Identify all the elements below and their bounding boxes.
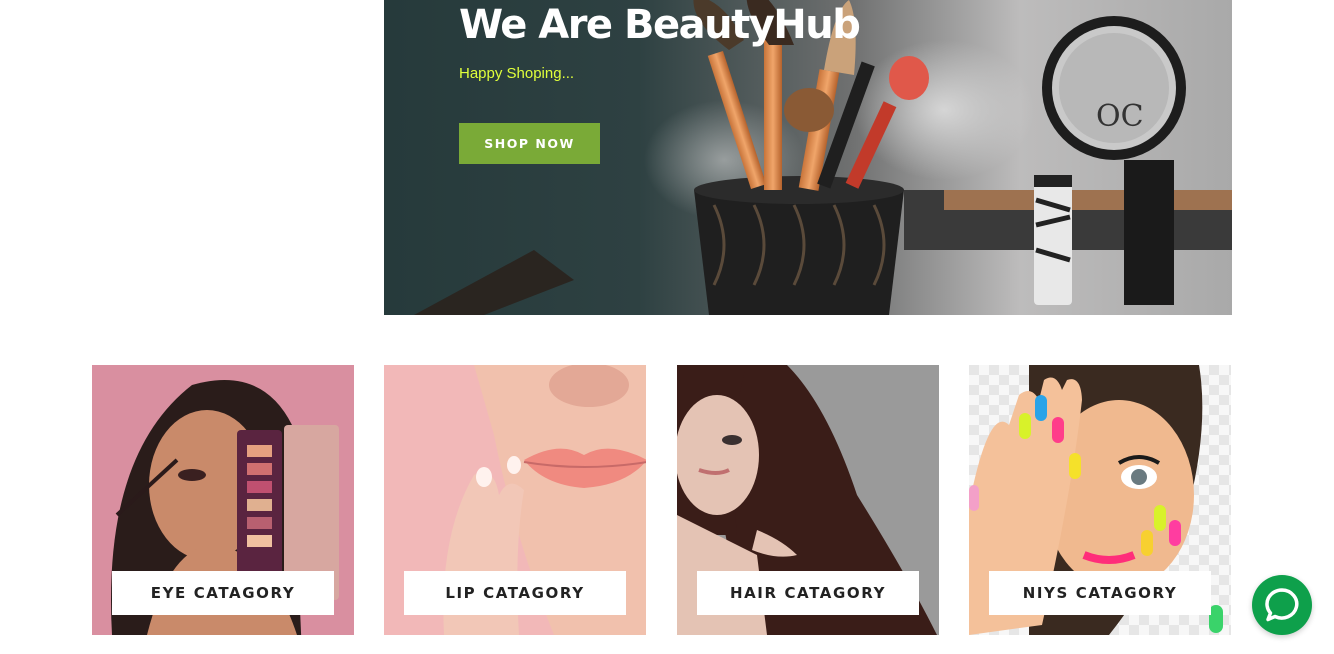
page: OC We Are BeautyHub Happy Shoping... SHO… <box>0 0 1334 654</box>
nails-category-label: NIYS CATAGORY <box>989 571 1211 615</box>
chat-widget-button[interactable] <box>1252 575 1312 635</box>
svg-text:OC: OC <box>1096 99 1144 134</box>
category-card-eye[interactable]: EYE CATAGORY <box>92 365 354 635</box>
shop-now-button[interactable]: SHOP NOW <box>459 123 600 164</box>
eye-category-label: EYE CATAGORY <box>112 571 334 615</box>
category-card-nails[interactable]: NIYS CATAGORY <box>969 365 1231 635</box>
hair-category-label: HAIR CATAGORY <box>697 571 919 615</box>
hero-subtitle: Happy Shoping... <box>459 65 575 82</box>
category-card-lip[interactable]: LIP CATAGORY <box>384 365 646 635</box>
hero-title: We Are BeautyHub <box>459 2 861 48</box>
lip-category-label: LIP CATAGORY <box>404 571 626 615</box>
category-grid: EYE CATAGORY LIP CATAGORY HAIR CATAGORY … <box>92 365 1232 635</box>
category-card-hair[interactable]: HAIR CATAGORY <box>677 365 939 635</box>
chat-icon <box>1265 588 1299 622</box>
hero-banner: OC We Are BeautyHub Happy Shoping... SHO… <box>384 0 1232 315</box>
